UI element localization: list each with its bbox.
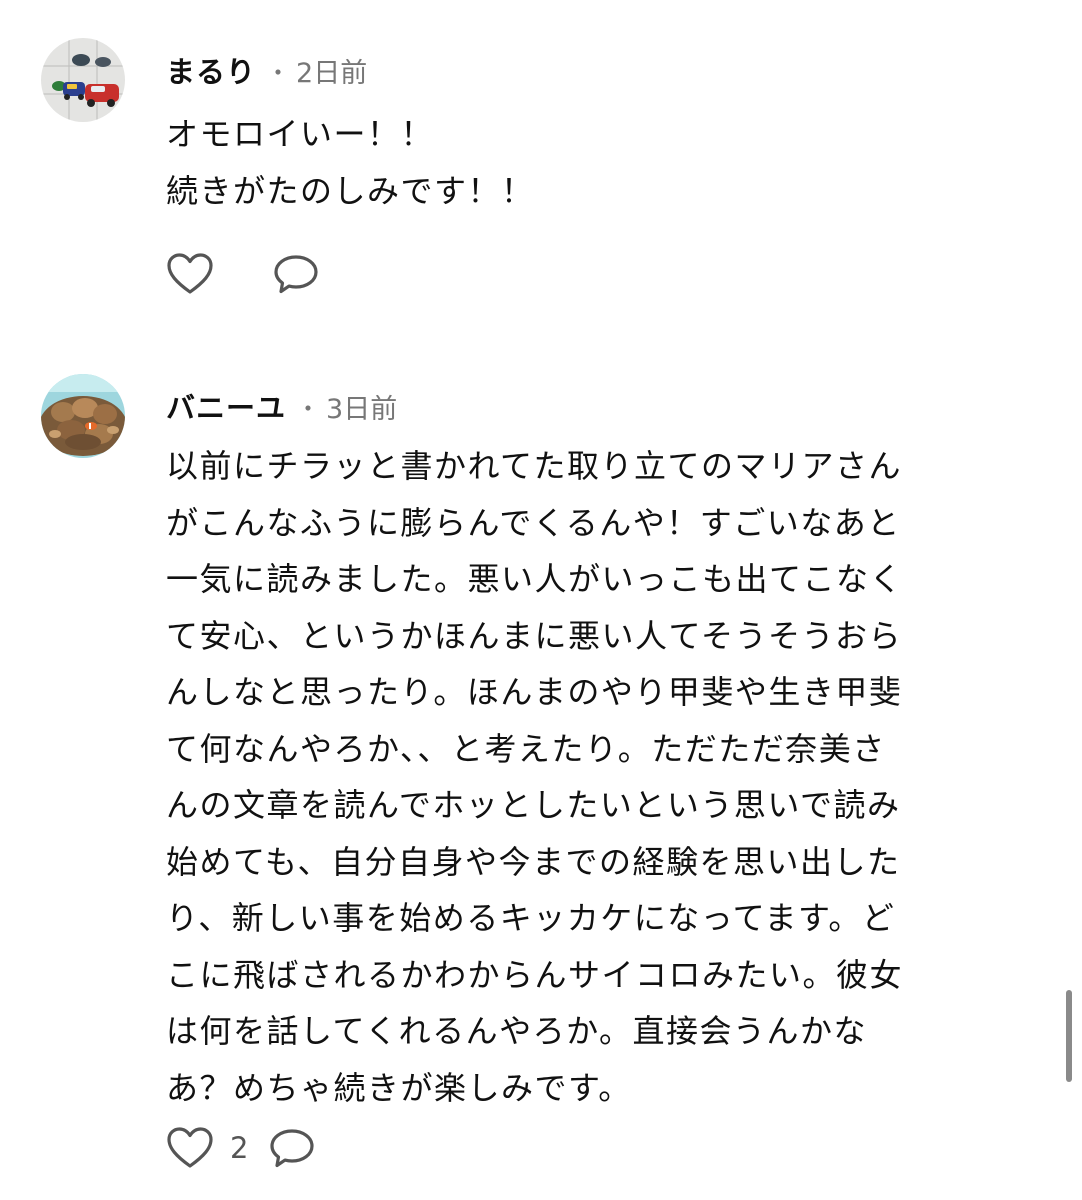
- coral-anemone-avatar-icon: [41, 374, 125, 458]
- reply-button[interactable]: [268, 1126, 316, 1170]
- comment-line: オモロイいー！！: [166, 115, 435, 153]
- comment-line: 一気に読みました。悪い人がいっこも出てこなく: [166, 560, 904, 598]
- reply-button[interactable]: [272, 252, 320, 296]
- comment-body: 以前にチラッと書かれてた取り立てのマリアさん がこんなふうに膨らんでくるんや！す…: [166, 438, 966, 1116]
- comment-line: 続きがたのしみです！！: [166, 171, 535, 210]
- heart-outline-icon: [167, 1127, 213, 1168]
- comment-line: がこんなふうに膨らんでくるんや！すごいなあと: [166, 503, 901, 542]
- comment-meta: バニーユ ・ 3日前: [166, 386, 397, 426]
- author-name[interactable]: バニーユ: [166, 385, 286, 427]
- timestamp: 2日前: [296, 57, 368, 89]
- scrollbar-thumb[interactable]: [1066, 990, 1072, 1082]
- author-name[interactable]: まるり: [166, 49, 256, 91]
- comment-line: て安心、というかほんまに悪い人てそうそうおら: [166, 616, 903, 655]
- comment-body: オモロイいー！！ 続きがたのしみです！！: [166, 106, 966, 219]
- comment-meta: まるり ・ 2日前: [166, 50, 367, 90]
- comment-line: り、新しい事を始めるキッカケになってます。ど: [166, 899, 896, 937]
- timestamp: 3日前: [326, 393, 398, 425]
- toy-cars-avatar-icon: [41, 38, 125, 122]
- comment-actions: 2: [166, 1126, 316, 1170]
- like-count: 2: [230, 1131, 249, 1165]
- avatar[interactable]: [41, 38, 125, 122]
- comment-line: は何を話してくれるんやろか。直接会うんかな: [166, 1012, 867, 1050]
- comment-line: あ？めちゃ続きが楽しみです。: [166, 1068, 632, 1107]
- comment-line: んしなと思ったり。ほんまのやり甲斐や生き甲斐: [166, 673, 903, 711]
- comment-line: 始めても、自分自身や今までの経験を思い出した: [166, 842, 901, 881]
- like-button[interactable]: [166, 252, 214, 296]
- meta-separator: ・: [266, 58, 291, 87]
- comment-line: 以前にチラッと書かれてた取り立てのマリアさん: [166, 447, 903, 485]
- speech-bubble-icon: [270, 1129, 315, 1168]
- comment-actions: [166, 252, 320, 296]
- heart-outline-icon: [167, 253, 213, 294]
- like-button[interactable]: 2: [166, 1126, 268, 1170]
- speech-bubble-icon: [274, 255, 318, 294]
- avatar[interactable]: [41, 374, 125, 458]
- comment-line: んの文章を読んでホッとしたいという思いで読み: [166, 786, 901, 824]
- meta-separator: ・: [296, 394, 321, 423]
- comment-line: て何なんやろか、、と考えたり。ただただ奈美さ: [166, 729, 886, 768]
- comment-line: こに飛ばされるかわからんサイコロみたい。彼女: [166, 955, 904, 994]
